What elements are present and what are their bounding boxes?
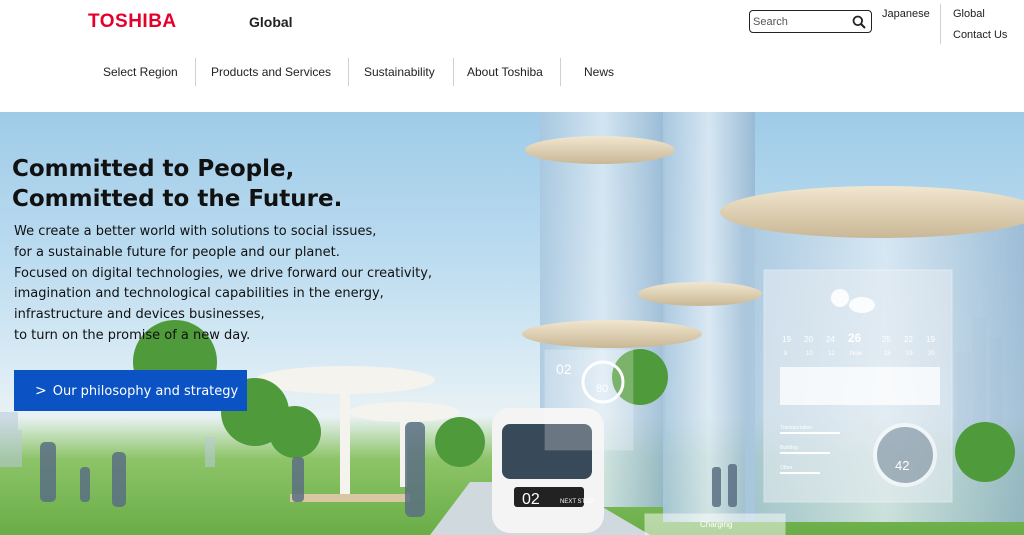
japanese-link[interactable]: Japanese — [882, 8, 930, 20]
hero-body-line: imagination and technological capabiliti… — [14, 286, 384, 302]
weather-row-label: Building — [780, 445, 798, 451]
hero-body-line: for a sustainable future for people and … — [14, 244, 340, 260]
search-box[interactable] — [749, 10, 872, 33]
weather-hour: 20 — [928, 351, 935, 357]
weather-row-label: Other — [780, 465, 793, 471]
weather-hour: 10 — [806, 351, 813, 357]
nav-news[interactable]: News — [584, 65, 614, 79]
site-region-label: Global — [249, 14, 293, 30]
search-icon[interactable] — [852, 15, 866, 29]
weather-temp: 25 — [882, 335, 891, 344]
weather-temp: 19 — [782, 335, 791, 344]
weather-row-label: Transportation — [780, 425, 812, 431]
hero-body-line: infrastructure and devices businesses, — [14, 307, 265, 323]
nav-sustainability[interactable]: Sustainability — [364, 65, 435, 79]
site-header: TOSHIBA Global Japanese Global Contact U… — [0, 0, 1024, 112]
ar-number: 02 — [556, 361, 572, 377]
cta-label: Our philosophy and strategy — [52, 383, 239, 399]
toshiba-logo[interactable]: TOSHIBA — [88, 11, 177, 33]
nav-products-and-services[interactable]: Products and Services — [211, 65, 331, 79]
bus-number: 02 — [522, 491, 540, 508]
search-input[interactable] — [753, 13, 847, 30]
bus-next-stop: NEXT STOP — [560, 499, 594, 505]
charging-label: Charging — [700, 520, 732, 529]
hero-title-line: Committed to People, — [12, 156, 295, 182]
nav-separator — [560, 58, 561, 86]
hero-title: Committed to People, Committed to the Fu… — [12, 154, 342, 214]
nav-select-region[interactable]: Select Region — [103, 65, 178, 79]
hero-body-line: Focused on digital technologies, we driv… — [14, 265, 433, 281]
nav-separator — [453, 58, 454, 86]
weather-hour: 15 — [884, 351, 891, 357]
nav-separator — [195, 58, 196, 86]
hero-banner: 02 80 02 NEXT STOP Charging 26 Now 19 20… — [0, 112, 1024, 535]
weather-temp: 19 — [926, 335, 935, 344]
global-link[interactable]: Global — [953, 8, 985, 20]
nav-about-toshiba[interactable]: About Toshiba — [467, 65, 543, 79]
weather-now-temp: 26 — [848, 331, 862, 345]
hero-body-line: We create a better world with solutions … — [14, 224, 377, 239]
weather-hour: 19 — [906, 351, 913, 357]
contact-us-link[interactable]: Contact Us — [953, 29, 1007, 41]
global-nav: Select Region Products and Services Sust… — [0, 58, 1024, 86]
chevron-right-icon: > — [35, 382, 47, 399]
weather-temp: 22 — [904, 335, 913, 344]
weather-hour: 12 — [828, 351, 835, 357]
hero-description: We create a better world with solutions … — [14, 222, 432, 347]
hero-body-line: to turn on the promise of a new day. — [14, 327, 251, 343]
ar-gauge-value: 80 — [596, 383, 608, 395]
weather-temp: 24 — [826, 335, 835, 344]
utility-divider — [940, 4, 941, 44]
bench — [290, 494, 410, 502]
hero-title-line: Committed to the Future. — [12, 186, 343, 212]
weather-now-label: Now — [850, 351, 863, 357]
nav-separator — [348, 58, 349, 86]
weather-temp: 20 — [804, 335, 813, 344]
philosophy-strategy-button[interactable]: > Our philosophy and strategy — [14, 370, 247, 411]
weather-dial-value: 42 — [895, 458, 909, 473]
